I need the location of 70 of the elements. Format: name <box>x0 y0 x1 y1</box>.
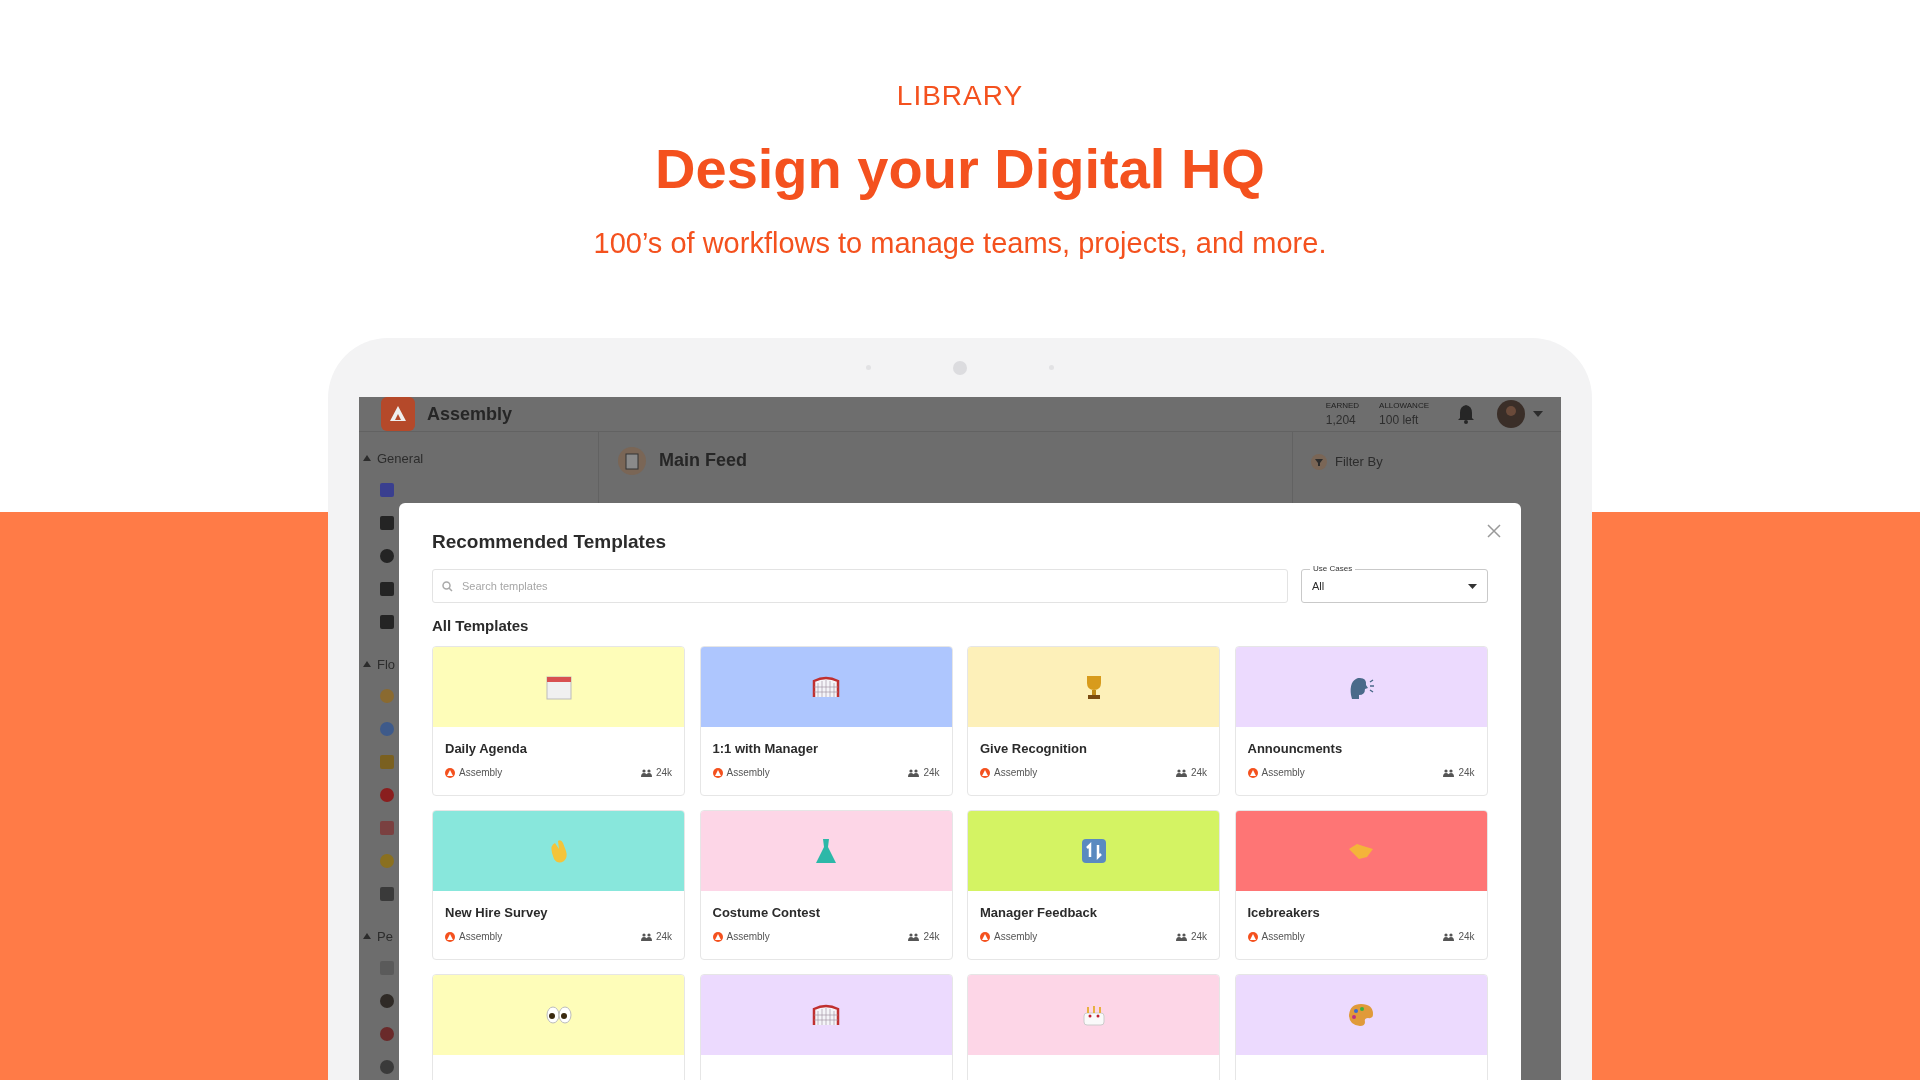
brand-name: Assembly <box>427 403 513 425</box>
usage-count: 24k <box>1190 931 1207 942</box>
usage-count: 24k <box>1458 767 1475 778</box>
select-label: Use Cases <box>1310 564 1356 573</box>
card-author: Assembly <box>459 931 503 942</box>
card-title: Manager Feedback <box>980 905 1099 920</box>
template-card[interactable] <box>699 974 953 1080</box>
filter-icon[interactable] <box>1311 454 1327 470</box>
card-title: Costume Contest <box>712 905 822 920</box>
card-author: Assembly <box>459 767 503 778</box>
author-logo-icon <box>712 767 723 778</box>
eyebrow-label: LIBRARY <box>896 80 1024 112</box>
card-title: Give Recognition <box>980 741 1088 756</box>
template-card[interactable]: Daily Agenda Assembly 24k <box>432 646 685 796</box>
avatar-icon[interactable] <box>379 1059 395 1075</box>
dialog-title: Recommended Templates <box>432 531 668 553</box>
card-author: Assembly <box>1261 767 1305 778</box>
usage-count: 24k <box>655 931 672 942</box>
template-card[interactable]: Manager Feedback Assembly 24k <box>967 810 1220 960</box>
author-logo-icon <box>1247 931 1258 942</box>
subtitle: 100’s of workflows to manage teams, projects, and more. <box>593 227 1327 260</box>
card-title: Icebreakers <box>1247 905 1321 920</box>
usage-count: 24k <box>655 767 672 778</box>
author-logo-icon <box>980 931 990 942</box>
dropdown-caret-icon <box>1468 583 1477 589</box>
template-card[interactable]: New Hire Survey Assembly 24k <box>432 810 685 960</box>
avatar-icon[interactable] <box>379 993 395 1009</box>
card-title: 1:1 with Manager <box>712 741 819 756</box>
card-author: Assembly <box>994 931 1038 942</box>
author-logo-icon <box>712 931 723 942</box>
avatar-icon[interactable] <box>379 1026 395 1042</box>
card-author: Assembly <box>726 767 770 778</box>
card-author: Assembly <box>726 931 770 942</box>
stat-label: EARNED <box>1325 401 1360 410</box>
logo-icon <box>381 397 415 431</box>
author-logo-icon <box>980 767 990 778</box>
author-logo-icon <box>445 767 455 778</box>
bell-icon[interactable] <box>1457 404 1475 424</box>
usage-count: 24k <box>923 931 940 942</box>
template-card[interactable] <box>1234 974 1488 1080</box>
card-title: New Hire Survey <box>445 905 549 920</box>
template-card[interactable]: Give Recognition Assembly 24k <box>967 646 1220 796</box>
usage-count: 24k <box>1190 767 1207 778</box>
caret-icon[interactable] <box>1533 411 1543 417</box>
stat-value: 1,204 <box>1325 413 1357 427</box>
feed-icon <box>617 446 647 476</box>
template-card[interactable]: 1:1 with Manager Assembly 24k <box>699 646 953 796</box>
avatar-icon[interactable] <box>1497 400 1525 428</box>
author-logo-icon <box>1247 767 1258 778</box>
usage-count: 24k <box>1458 931 1475 942</box>
template-card[interactable]: Costume Contest Assembly 24k <box>699 810 953 960</box>
template-card[interactable]: Announcments Assembly 24k <box>1234 646 1488 796</box>
usage-count: 24k <box>923 767 940 778</box>
stat-label: ALLOWANCE <box>1379 401 1429 410</box>
card-author: Assembly <box>994 767 1038 778</box>
collapse-icon[interactable] <box>363 933 371 939</box>
card-author: Assembly <box>1261 931 1305 942</box>
template-card[interactable] <box>967 974 1220 1080</box>
collapse-icon[interactable] <box>363 455 371 461</box>
card-title: Daily Agenda <box>445 741 528 756</box>
feed-title: Main Feed <box>659 450 747 471</box>
author-logo-icon <box>445 931 455 942</box>
search-field[interactable]: Search templates <box>432 569 1288 603</box>
template-card[interactable] <box>432 974 685 1080</box>
card-title: Announcments <box>1247 741 1344 756</box>
template-card[interactable]: Icebreakers Assembly 24k <box>1234 810 1488 960</box>
section-title: All Templates <box>432 617 530 634</box>
collapse-icon[interactable] <box>363 661 371 667</box>
headline: Design your Digital HQ <box>655 136 1265 201</box>
stat-value: 100 left <box>1379 413 1420 427</box>
